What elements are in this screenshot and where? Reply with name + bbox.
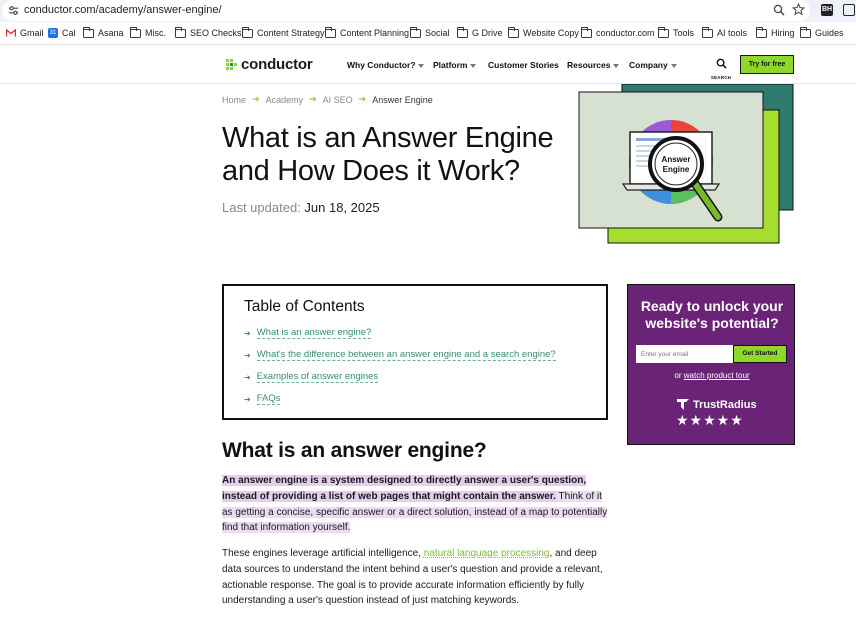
arrow-right-icon: ➔ [309,94,317,104]
section-heading: What is an answer engine? [222,439,487,462]
folder-icon [800,26,811,38]
bookmark-asana[interactable]: Asana [83,26,124,38]
breadcrumb: Home ➔ Academy ➔ AI SEO ➔ Answer Engine [222,94,433,105]
breadcrumb-home[interactable]: Home [222,95,246,105]
folder-icon [702,26,713,38]
email-field[interactable] [636,345,734,363]
chevron-down-icon [418,63,425,68]
nav-company[interactable]: Company [629,60,677,70]
bookmark-misc[interactable]: Misc. [130,26,166,38]
zoom-icon[interactable] [773,4,785,16]
folder-icon [581,26,592,38]
bookmark-tools[interactable]: Tools [658,26,694,38]
conductor-logo[interactable]: conductor [226,56,313,73]
bookmark-social[interactable]: Social [410,26,450,38]
folder-icon [508,26,519,38]
address-bar[interactable]: conductor.com/academy/answer-engine/ [2,0,810,21]
bookmark-ai-tools[interactable]: AI tools [702,26,747,38]
site-header: conductor Why Conductor? Platform Custom… [0,46,856,84]
folder-icon [130,26,141,38]
highlighted-definition: An answer engine is a system designed to… [222,475,587,502]
chevron-down-icon [470,63,477,68]
nav-resources[interactable]: Resources [567,60,620,70]
rating-stars: ★★★★★ [676,412,744,428]
article-paragraph-1: An answer engine is a system designed to… [222,473,608,536]
chevron-down-icon [613,63,620,68]
bookmark-content-planning[interactable]: Content Planning [325,26,409,38]
nav-platform[interactable]: Platform [433,60,477,70]
trustradius-icon [677,399,689,410]
logo-mark-icon [226,59,237,70]
product-tour-line: or watch product tour [674,371,750,380]
bookmark-content-strategy[interactable]: Content Strategy [242,26,325,38]
svg-text:Answer: Answer [662,155,691,164]
arrow-right-icon: ➔ [358,94,367,104]
nav-customer-stories[interactable]: Customer Stories [488,60,559,70]
folder-icon [756,26,767,38]
signup-cta-box: Ready to unlock your website's potential… [627,284,795,445]
arrow-right-icon: ➔ [244,372,251,382]
watch-product-tour-link[interactable]: watch product tour [684,371,750,380]
bookmark-conductor[interactable]: conductor.com [581,26,655,38]
nav-why-conductor[interactable]: Why Conductor? [347,60,425,70]
bookmark-hiring[interactable]: Hiring [756,26,795,38]
folder-icon [83,26,94,38]
bookmark-guides[interactable]: Guides [800,26,844,38]
arrow-right-icon: ➔ [244,328,251,338]
gmail-icon [6,29,16,37]
page-title: What is an Answer Engine and How Does it… [222,122,554,187]
folder-icon [325,26,336,38]
table-of-contents: Table of Contents ➔ What is an answer en… [222,284,608,420]
bookmark-cal[interactable]: 31 Cal [48,28,76,38]
toc-item[interactable]: ➔ FAQs [244,393,281,405]
folder-icon [410,26,421,38]
url-text[interactable]: conductor.com/academy/answer-engine/ [24,4,222,16]
site-settings-icon[interactable] [8,5,19,16]
breadcrumb-ai-seo[interactable]: AI SEO [323,95,353,105]
toc-item[interactable]: ➔ Examples of answer engines [244,371,379,383]
folder-icon [658,26,669,38]
bookmark-seo-checks[interactable]: SEO Checks [175,26,242,38]
extensions-icon[interactable] [843,4,855,16]
chevron-down-icon [670,63,677,68]
trustradius-logo: TrustRadius [676,398,757,411]
toc-item[interactable]: ➔ What's the difference between an answe… [244,349,556,361]
article-paragraph-2: These engines leverage artificial intell… [222,548,603,607]
search-button[interactable]: SEARCH [710,56,732,80]
bookmarks-bar: Gmail 31 Cal Asana Misc. SEO Checks Cont… [0,22,856,45]
get-started-button[interactable]: Get Started [733,345,787,363]
hero-illustration: Answer Engine [578,84,794,244]
logo-text: conductor [241,56,313,73]
arrow-right-icon: ➔ [252,94,260,104]
browser-toolbar: conductor.com/academy/answer-engine/ BH [0,0,856,22]
cta-title: Ready to unlock your website's potential… [640,298,784,331]
toc-item[interactable]: ➔ What is an answer engine? [244,327,372,339]
breadcrumb-academy[interactable]: Academy [266,95,304,105]
folder-icon [242,26,253,38]
last-updated: Last updated: Jun 18, 2025 [222,200,380,215]
svg-text:Engine: Engine [663,165,690,174]
nlp-link[interactable]: natural language processing [424,548,550,559]
folder-icon [175,26,186,38]
bookmark-g-drive[interactable]: G Drive [457,26,503,38]
bookmark-gmail[interactable]: Gmail [6,28,44,38]
try-for-free-button[interactable]: Try for free [740,55,794,74]
folder-icon [457,26,468,38]
calendar-icon: 31 [48,28,58,38]
arrow-right-icon: ➔ [244,350,251,360]
arrow-right-icon: ➔ [244,394,251,404]
bookmark-star-icon[interactable] [792,3,805,16]
extension-icon[interactable]: BH [821,4,833,16]
toc-title: Table of Contents [244,298,365,315]
search-icon [716,58,727,69]
breadcrumb-current: Answer Engine [372,94,433,105]
bookmark-website-copy[interactable]: Website Copy [508,26,579,38]
